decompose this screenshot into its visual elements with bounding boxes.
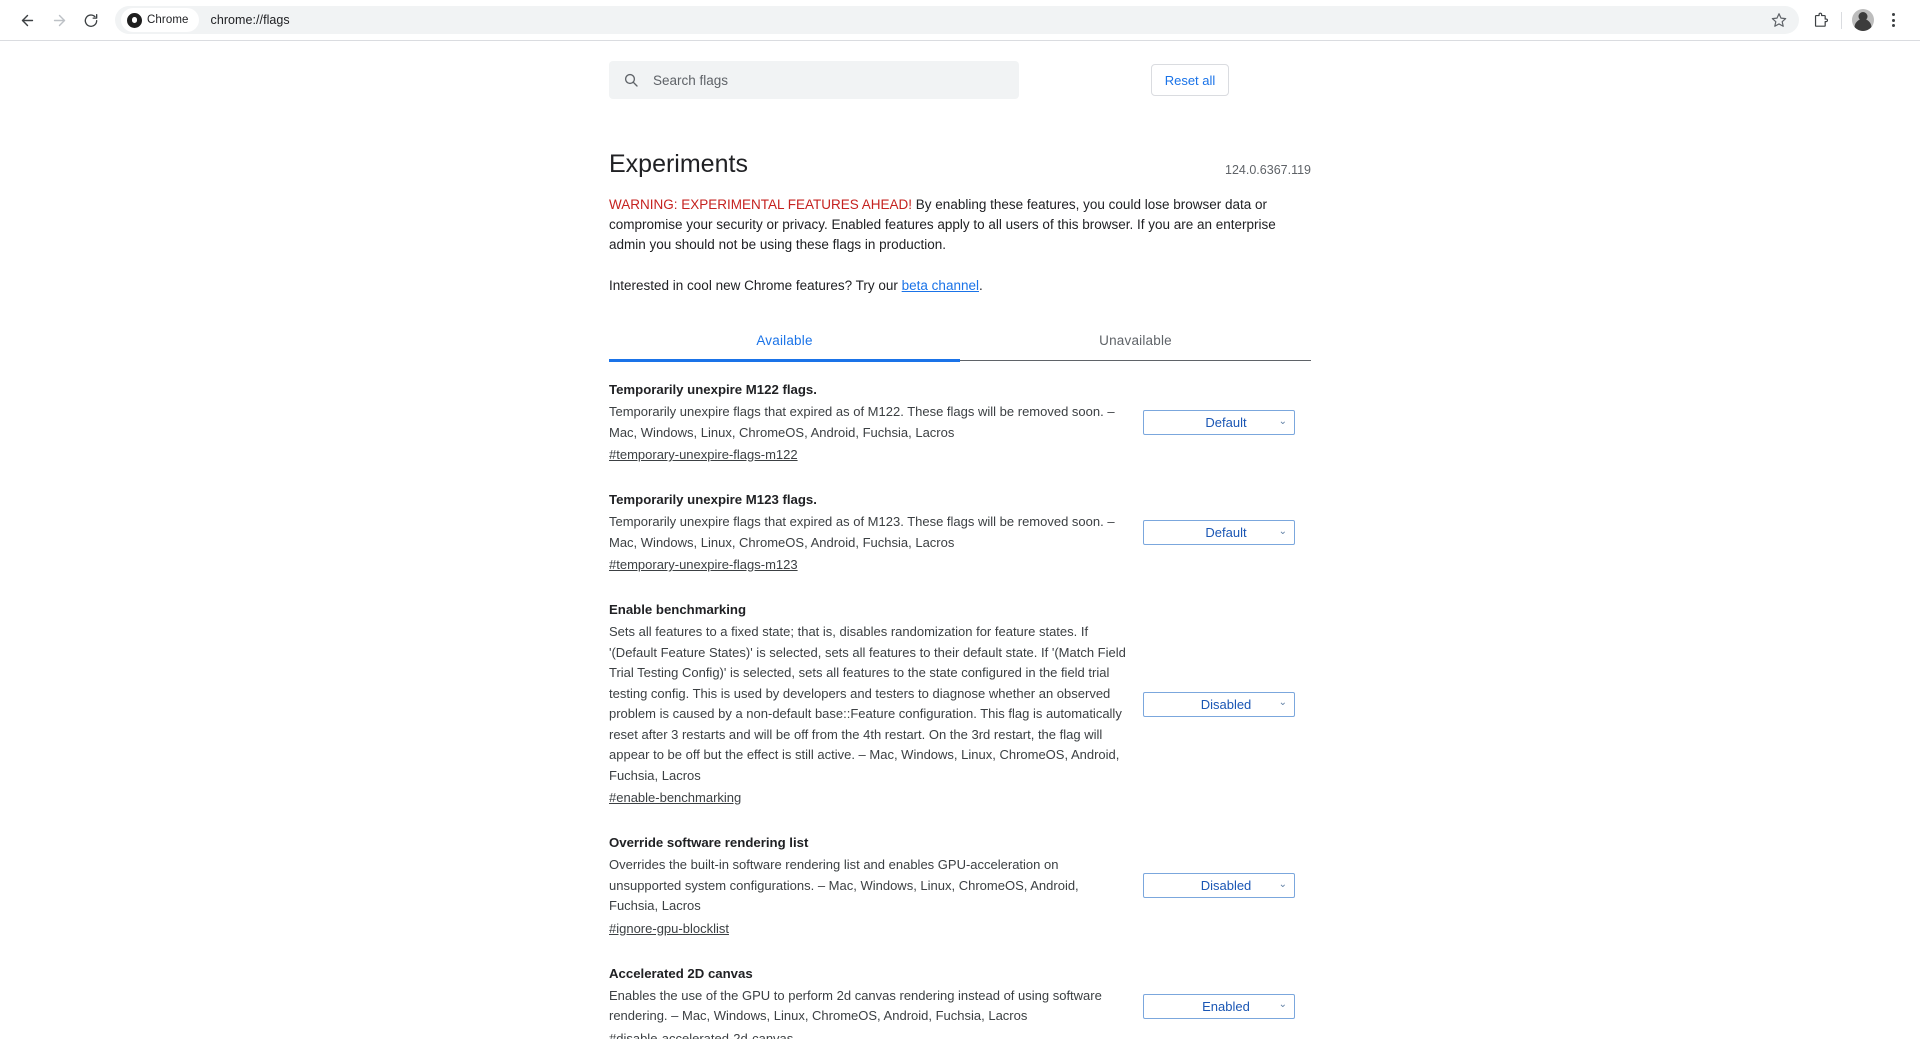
flag-description: Temporarily unexpire flags that expired … — [609, 514, 1115, 550]
search-flags-box[interactable] — [609, 61, 1019, 99]
flag-text: Temporarily unexpire M122 flags. Temporar… — [609, 380, 1143, 465]
flag-name: Temporarily unexpire M123 flags. — [609, 492, 817, 507]
flag-text: Override software rendering list Override… — [609, 833, 1143, 939]
flag-name: Temporarily unexpire M122 flags. — [609, 382, 817, 397]
star-icon — [1771, 13, 1787, 27]
version-label: 124.0.6367.119 — [1225, 163, 1311, 177]
address-bar-url[interactable]: chrome://flags — [211, 13, 1767, 27]
tab-available[interactable]: Available — [609, 323, 960, 360]
reload-button[interactable] — [76, 5, 106, 35]
flag-state-select[interactable]: Disabled ⌄ — [1143, 873, 1295, 899]
origin-chip-label: Chrome — [147, 14, 189, 26]
experimental-warning: WARNING: EXPERIMENTAL FEATURES AHEAD! By… — [609, 195, 1311, 255]
flag-name: Accelerated 2D canvas — [609, 965, 753, 981]
origin-chip[interactable]: Chrome — [121, 8, 199, 32]
beta-channel-line: Interested in cool new Chrome features? … — [609, 276, 1311, 296]
flag-control: Disabled ⌄ — [1143, 691, 1311, 717]
flag-row: Accelerated 2D canvas Enables the use of … — [609, 951, 1311, 1039]
arrow-left-icon — [21, 14, 33, 26]
flag-row: Temporarily unexpire M122 flags. Temporar… — [609, 367, 1311, 477]
forward-button[interactable] — [44, 5, 74, 35]
flag-anchor-link[interactable]: #disable-accelerated-2d-canvas — [609, 1028, 793, 1039]
toolbar-right-actions — [1805, 5, 1908, 35]
chevron-down-icon: ⌄ — [1278, 415, 1287, 427]
flag-name: Override software rendering list — [609, 835, 809, 850]
flag-description: Temporarily unexpire flags that expired … — [609, 404, 1115, 440]
puzzle-piece-icon — [1814, 12, 1828, 27]
flag-row: Enable benchmarking Sets all features to … — [609, 587, 1311, 820]
chrome-logo-icon — [127, 12, 142, 28]
flag-text: Enable benchmarking Sets all features to … — [609, 600, 1143, 808]
flag-state-select[interactable]: Disabled ⌄ — [1143, 691, 1295, 717]
flag-anchor-link[interactable]: #ignore-gpu-blocklist — [609, 918, 729, 939]
page-title: Experiments — [609, 150, 748, 178]
chevron-down-icon: ⌄ — [1278, 525, 1287, 537]
chevron-down-icon: ⌄ — [1278, 878, 1287, 890]
flags-list: Temporarily unexpire M122 flags. Temporar… — [609, 361, 1311, 1039]
flag-text: Temporarily unexpire M123 flags. Temporar… — [609, 490, 1143, 575]
flag-anchor-link[interactable]: #enable-benchmarking — [609, 787, 741, 808]
reload-icon — [84, 14, 98, 27]
flag-anchor-link[interactable]: #temporary-unexpire-flags-m122 — [609, 444, 798, 465]
flag-name: Enable benchmarking — [609, 602, 747, 617]
avatar — [1852, 9, 1874, 31]
flag-control: Default ⌄ — [1143, 520, 1311, 545]
chevron-down-icon: ⌄ — [1278, 999, 1287, 1010]
browser-toolbar: Chrome chrome://flags — [0, 0, 1920, 41]
address-bar[interactable]: Chrome chrome://flags — [115, 6, 1799, 34]
chrome-menu-button[interactable] — [1878, 5, 1908, 35]
beta-channel-link[interactable]: beta channel — [902, 278, 979, 293]
search-input[interactable] — [651, 71, 1005, 89]
flag-state-value: Default — [1205, 525, 1247, 540]
flag-description: Sets all features to a fixed state; that… — [609, 624, 1126, 783]
flag-control: Disabled ⌄ — [1143, 873, 1311, 899]
arrow-right-icon — [53, 14, 65, 26]
flags-tabs: Available Unavailable — [609, 323, 1311, 362]
flag-description: Enables the use of the GPU to perform 2d… — [609, 987, 1102, 1024]
avatar-body — [1854, 19, 1872, 31]
back-button[interactable] — [12, 5, 42, 35]
navigation-buttons — [12, 5, 106, 35]
flag-description: Overrides the built-in software renderin… — [609, 857, 1079, 913]
beta-prefix: Interested in cool new Chrome features? … — [609, 278, 902, 293]
flag-state-value: Disabled — [1200, 696, 1252, 712]
title-row: Experiments 124.0.6367.119 — [609, 149, 1311, 179]
flag-state-select[interactable]: Default ⌄ — [1143, 520, 1295, 545]
flag-row: Temporarily unexpire M123 flags. Temporar… — [609, 477, 1311, 587]
flag-anchor-link[interactable]: #temporary-unexpire-flags-m123 — [609, 554, 798, 575]
flag-row: Override software rendering list Override… — [609, 820, 1311, 951]
beta-suffix: . — [978, 278, 983, 293]
toolbar-divider — [1841, 11, 1842, 29]
flag-control: Default ⌄ — [1143, 410, 1311, 435]
flag-state-select[interactable]: Default ⌄ — [1143, 410, 1295, 435]
profile-button[interactable] — [1848, 5, 1878, 35]
flags-page: Reset all Experiments 124.0.6367.119 WAR… — [0, 41, 1920, 1039]
flag-state-value: Default — [1205, 415, 1247, 430]
flags-search-row: Reset all — [0, 41, 1920, 119]
tab-unavailable[interactable]: Unavailable — [960, 323, 1311, 360]
flag-control: Enabled ⌄ — [1143, 993, 1311, 1019]
three-dot-menu-icon — [1891, 13, 1895, 27]
search-icon — [623, 72, 639, 88]
reset-all-button[interactable]: Reset all — [1151, 64, 1229, 96]
flags-content: Experiments 124.0.6367.119 WARNING: EXPE… — [609, 119, 1311, 1039]
chevron-down-icon: ⌄ — [1278, 697, 1287, 708]
flag-text: Accelerated 2D canvas Enables the use of … — [609, 964, 1143, 1039]
flag-state-value: Enabled — [1202, 998, 1250, 1014]
flag-state-value: Disabled — [1200, 878, 1252, 894]
extensions-button[interactable] — [1805, 5, 1835, 35]
warning-prefix: WARNING: EXPERIMENTAL FEATURES AHEAD! — [609, 197, 913, 212]
flag-state-select[interactable]: Enabled ⌄ — [1143, 993, 1295, 1019]
active-tab-indicator — [609, 359, 960, 362]
bookmark-star-icon[interactable] — [1767, 8, 1791, 32]
